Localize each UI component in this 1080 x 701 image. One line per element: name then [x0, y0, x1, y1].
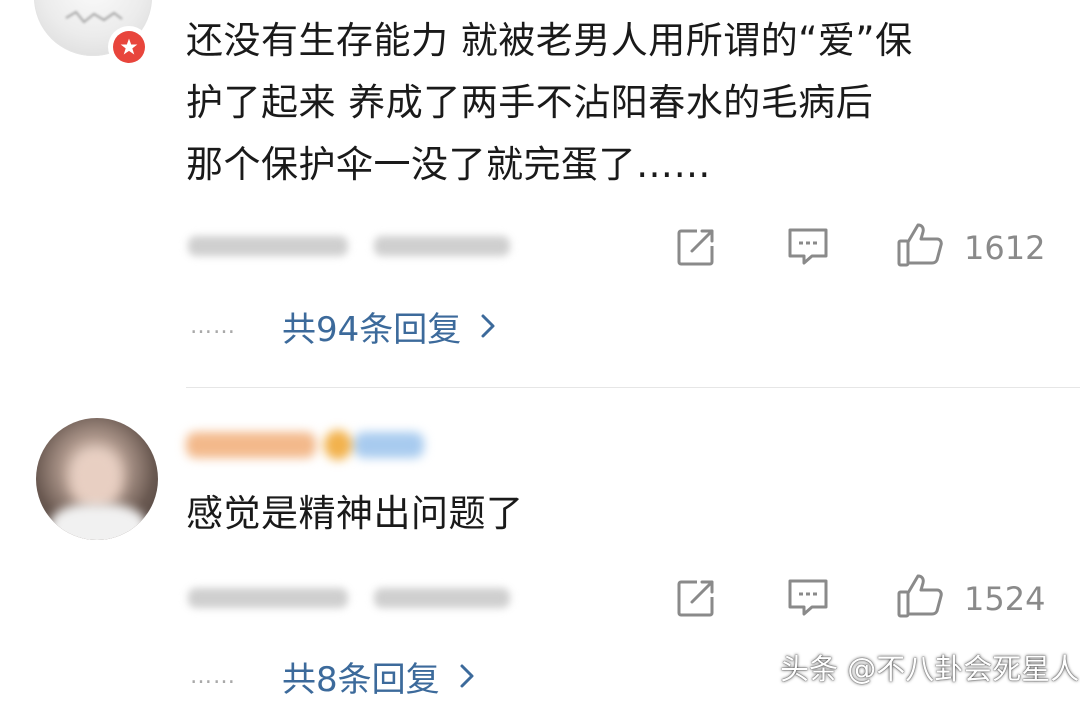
share-icon[interactable]	[672, 223, 720, 271]
comment-text: 感觉是精神出问题了	[186, 492, 524, 535]
username-blurred[interactable]	[186, 424, 436, 464]
replies-label: 共8条回复	[282, 659, 440, 700]
comment-text: 还没有生存能力 就被老男人用所谓的“爱”保 护了起来 养成了两手不沾阳春水的毛病…	[186, 19, 913, 186]
source-watermark: 头条 @不八卦会死星人	[780, 652, 1080, 686]
like-count: 1524	[964, 580, 1046, 618]
view-replies-link[interactable]: 共8条回复	[282, 652, 476, 701]
comment-meta-blurred	[188, 583, 518, 613]
comment-icon[interactable]	[784, 574, 832, 622]
thumbs-up-icon[interactable]	[896, 221, 944, 269]
view-replies-link[interactable]: 共94条回复	[282, 302, 497, 351]
thumbs-up-icon[interactable]	[896, 572, 944, 620]
user-avatar[interactable]	[36, 418, 158, 540]
chevron-right-icon	[479, 313, 497, 339]
share-icon[interactable]	[672, 574, 720, 622]
comment-feed: 还没有生存能力 就被老男人用所谓的“爱”保 护了起来 养成了两手不沾阳春水的毛病…	[0, 0, 1080, 701]
replies-row: …… 共8条回复	[190, 652, 476, 701]
comment-meta-blurred	[188, 231, 518, 261]
avatar-doodle	[65, 10, 123, 24]
replies-label: 共94条回复	[282, 309, 462, 350]
more-indicator: ……	[190, 313, 236, 339]
vip-badge-icon	[108, 26, 150, 68]
more-indicator: ……	[190, 663, 236, 689]
replies-row: …… 共94条回复	[190, 302, 497, 351]
comment-icon[interactable]	[784, 223, 832, 271]
comment-divider	[186, 387, 1080, 388]
chevron-right-icon	[458, 663, 476, 689]
like-count: 1612	[964, 229, 1046, 267]
